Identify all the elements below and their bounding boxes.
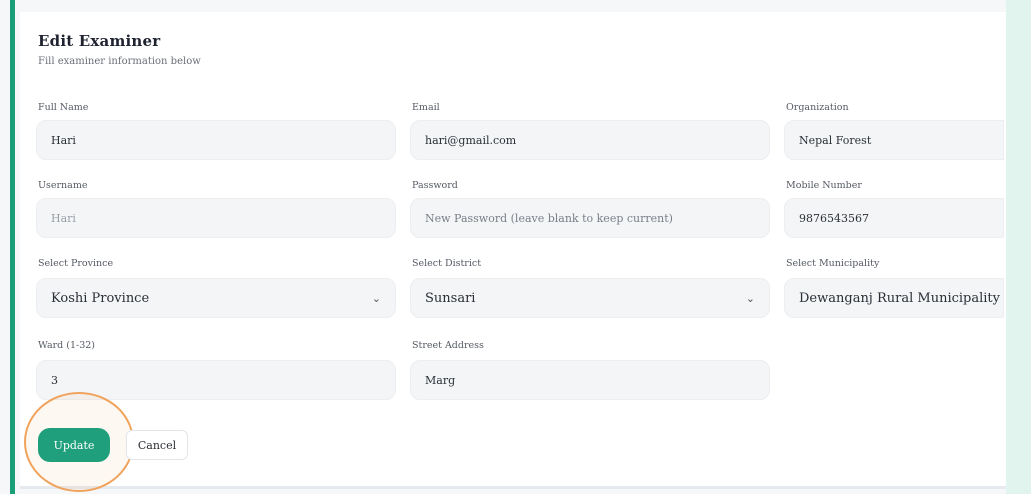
- municipality-value: Dewanganj Rural Municipality: [799, 290, 1000, 306]
- form-card: [20, 12, 1006, 488]
- ward-label: Ward (1-32): [38, 340, 95, 351]
- full-name-value: Hari: [51, 133, 76, 147]
- page-subtitle: Fill examiner information below: [38, 56, 201, 67]
- right-panel-strip: [1006, 0, 1031, 494]
- username-label: Username: [38, 180, 88, 191]
- password-input[interactable]: New Password (leave blank to keep curren…: [410, 198, 770, 238]
- email-value: hari@gmail.com: [425, 133, 517, 147]
- chevron-down-icon: ⌄: [371, 291, 381, 305]
- street-input[interactable]: Marg: [410, 360, 770, 400]
- street-label: Street Address: [412, 340, 484, 351]
- province-label: Select Province: [38, 258, 114, 269]
- district-value: Sunsari: [425, 290, 476, 306]
- district-select[interactable]: Sunsari ⌄: [410, 278, 770, 318]
- street-value: Marg: [425, 373, 456, 387]
- username-value: Hari: [51, 211, 76, 225]
- chevron-down-icon: ⌄: [745, 291, 755, 305]
- page-frame: Edit Examiner Fill examiner information …: [0, 0, 1031, 494]
- full-name-label: Full Name: [38, 102, 89, 113]
- ward-value: 3: [51, 373, 58, 387]
- username-input[interactable]: Hari: [36, 198, 396, 238]
- password-placeholder: New Password (leave blank to keep curren…: [425, 211, 673, 225]
- update-button[interactable]: Update: [38, 428, 110, 462]
- organization-value: Nepal Forest: [799, 133, 872, 147]
- mobile-label: Mobile Number: [786, 180, 862, 191]
- cancel-button[interactable]: Cancel: [126, 430, 188, 460]
- municipality-label: Select Municipality: [786, 258, 880, 269]
- card-bottom-divider: [20, 486, 1006, 489]
- district-label: Select District: [412, 258, 482, 269]
- mobile-value: 9876543567: [799, 211, 869, 225]
- municipality-select[interactable]: Dewanganj Rural Municipality: [784, 278, 1004, 318]
- organization-label: Organization: [786, 102, 849, 113]
- left-accent-bar: [10, 0, 15, 494]
- full-name-input[interactable]: Hari: [36, 120, 396, 160]
- email-label: Email: [412, 102, 440, 113]
- province-value: Koshi Province: [51, 290, 150, 306]
- mobile-input[interactable]: 9876543567: [784, 198, 1004, 238]
- password-label: Password: [412, 180, 458, 191]
- page-title: Edit Examiner: [38, 32, 161, 50]
- province-select[interactable]: Koshi Province ⌄: [36, 278, 396, 318]
- organization-input[interactable]: Nepal Forest: [784, 120, 1004, 160]
- email-input[interactable]: hari@gmail.com: [410, 120, 770, 160]
